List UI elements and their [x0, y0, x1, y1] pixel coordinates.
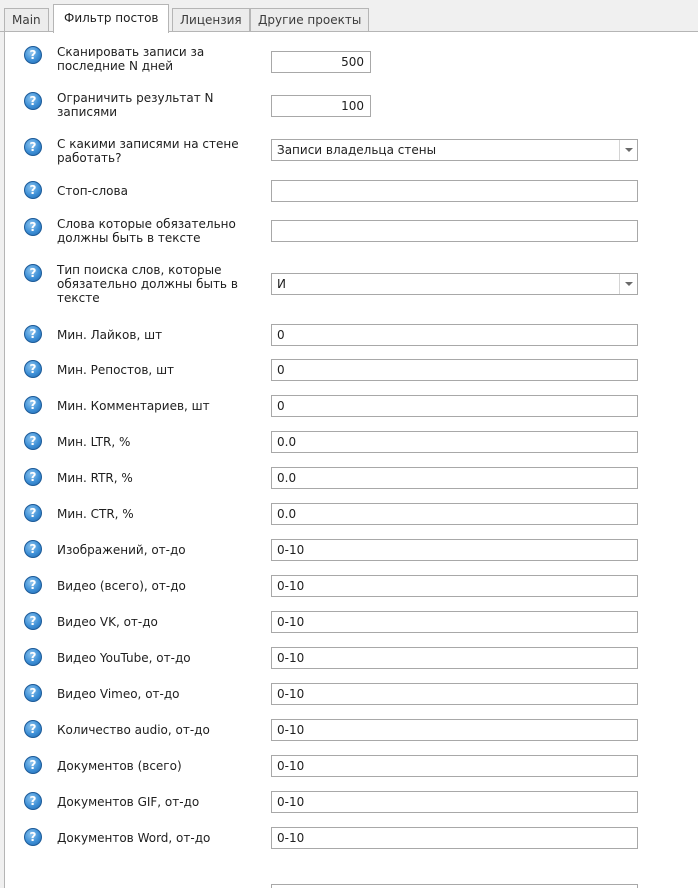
- label-video-youtube: Видео YouTube, от-до: [57, 651, 191, 665]
- help-icon[interactable]: ?: [24, 396, 42, 414]
- label-video-total: Видео (всего), от-до: [57, 579, 186, 593]
- min-reposts-input[interactable]: 0: [271, 359, 638, 381]
- tab-main[interactable]: Main: [4, 8, 49, 32]
- label-wall-posts: С какими записями на стене работать?: [57, 137, 239, 165]
- row-audio-count: ? Количество audio, от-до 0-10: [5, 717, 698, 753]
- images-input[interactable]: 0-10: [271, 539, 638, 561]
- scan-days-input[interactable]: 500: [271, 51, 371, 73]
- help-icon[interactable]: ?: [24, 504, 42, 522]
- label-documents-total: Документов (всего): [57, 759, 182, 773]
- label-min-comments: Мин. Комментариев, шт: [57, 399, 210, 413]
- label-documents-gif: Документов GIF, от-до: [57, 795, 200, 809]
- help-icon[interactable]: ?: [24, 264, 42, 282]
- help-icon[interactable]: ?: [24, 325, 42, 343]
- wall-posts-selected-value: Записи владельца стены: [277, 143, 437, 157]
- help-icon[interactable]: ?: [24, 720, 42, 738]
- next-field-input-partial[interactable]: [271, 884, 638, 888]
- row-min-comments: ? Мин. Комментариев, шт 0: [5, 393, 698, 429]
- row-min-rtr: ? Мин. RTR, % 0.0: [5, 465, 698, 501]
- tab-bar: Main Фильтр постов Лицензия Другие проек…: [0, 0, 698, 33]
- row-min-ltr: ? Мин. LTR, % 0.0: [5, 429, 698, 465]
- row-min-ctr: ? Мин. CTR, % 0.0: [5, 501, 698, 537]
- documents-gif-input[interactable]: 0-10: [271, 791, 638, 813]
- search-type-select[interactable]: И: [271, 273, 638, 295]
- search-type-selected-value: И: [277, 277, 286, 291]
- wall-posts-select[interactable]: Записи владельца стены: [271, 139, 638, 161]
- label-documents-word: Документов Word, от-до: [57, 831, 211, 845]
- help-icon[interactable]: ?: [24, 468, 42, 486]
- label-limit-results: Ограничить результат N записями: [57, 91, 214, 119]
- row-video-vimeo: ? Видео Vimeo, от-до 0-10: [5, 681, 698, 717]
- label-min-ltr: Мин. LTR, %: [57, 435, 131, 449]
- label-min-reposts: Мин. Репостов, шт: [57, 363, 175, 377]
- row-video-total: ? Видео (всего), от-до 0-10: [5, 573, 698, 609]
- row-documents-word: ? Документов Word, от-до 0-10: [5, 825, 698, 861]
- row-video-vk: ? Видео VK, от-до 0-10: [5, 609, 698, 645]
- help-icon[interactable]: ?: [24, 612, 42, 630]
- label-scan-days: Сканировать записи за последние N дней: [57, 45, 205, 73]
- label-min-rtr: Мин. RTR, %: [57, 471, 133, 485]
- min-likes-input[interactable]: 0: [271, 324, 638, 346]
- help-icon[interactable]: ?: [24, 540, 42, 558]
- limit-results-input[interactable]: 100: [271, 95, 371, 117]
- label-stop-words: Стоп-слова: [57, 184, 128, 198]
- label-search-type: Тип поиска слов, которые обязательно дол…: [57, 263, 238, 305]
- row-video-youtube: ? Видео YouTube, от-до 0-10: [5, 645, 698, 681]
- label-images: Изображений, от-до: [57, 543, 186, 557]
- help-icon[interactable]: ?: [24, 46, 42, 64]
- row-images: ? Изображений, от-до 0-10: [5, 537, 698, 573]
- row-next-partial: [5, 861, 698, 888]
- row-documents-total: ? Документов (всего) 0-10: [5, 753, 698, 789]
- tab-post-filter[interactable]: Фильтр постов: [53, 4, 170, 33]
- help-icon[interactable]: ?: [24, 218, 42, 236]
- row-required-words: ? Слова которые обязательно должны быть …: [5, 214, 698, 250]
- help-icon[interactable]: ?: [24, 432, 42, 450]
- label-required-words: Слова которые обязательно должны быть в …: [57, 217, 236, 245]
- help-icon[interactable]: ?: [24, 828, 42, 846]
- video-vimeo-input[interactable]: 0-10: [271, 683, 638, 705]
- video-youtube-input[interactable]: 0-10: [271, 647, 638, 669]
- min-comments-input[interactable]: 0: [271, 395, 638, 417]
- help-icon[interactable]: ?: [24, 648, 42, 666]
- row-limit-results: ? Ограничить результат N записями 100: [5, 88, 698, 124]
- audio-count-input[interactable]: 0-10: [271, 719, 638, 741]
- label-video-vimeo: Видео Vimeo, от-до: [57, 687, 180, 701]
- min-ctr-input[interactable]: 0.0: [271, 503, 638, 525]
- chevron-down-icon[interactable]: [619, 140, 637, 160]
- video-total-input[interactable]: 0-10: [271, 575, 638, 597]
- tab-license[interactable]: Лицензия: [172, 8, 250, 32]
- label-video-vk: Видео VK, от-до: [57, 615, 158, 629]
- row-min-likes: ? Мин. Лайков, шт 0: [5, 322, 698, 358]
- min-rtr-input[interactable]: 0.0: [271, 467, 638, 489]
- tab-other-projects[interactable]: Другие проекты: [250, 8, 370, 32]
- stop-words-input[interactable]: [271, 180, 638, 202]
- label-audio-count: Количество audio, от-до: [57, 723, 210, 737]
- help-icon[interactable]: ?: [24, 92, 42, 110]
- documents-word-input[interactable]: 0-10: [271, 827, 638, 849]
- post-filter-panel: ? Сканировать записи за последние N дней…: [4, 32, 698, 888]
- label-min-ctr: Мин. CTR, %: [57, 507, 134, 521]
- help-icon[interactable]: ?: [24, 181, 42, 199]
- help-icon[interactable]: ?: [24, 684, 42, 702]
- help-icon[interactable]: ?: [24, 138, 42, 156]
- row-wall-posts: ? С какими записями на стене работать? З…: [5, 134, 698, 170]
- video-vk-input[interactable]: 0-10: [271, 611, 638, 633]
- help-icon[interactable]: ?: [24, 792, 42, 810]
- min-ltr-input[interactable]: 0.0: [271, 431, 638, 453]
- row-search-type: ? Тип поиска слов, которые обязательно д…: [5, 262, 698, 312]
- label-min-likes: Мин. Лайков, шт: [57, 328, 163, 342]
- row-stop-words: ? Стоп-слова: [5, 174, 698, 210]
- help-icon[interactable]: ?: [24, 360, 42, 378]
- row-min-reposts: ? Мин. Репостов, шт 0: [5, 357, 698, 393]
- help-icon[interactable]: ?: [24, 756, 42, 774]
- row-documents-gif: ? Документов GIF, от-до 0-10: [5, 789, 698, 825]
- row-scan-days: ? Сканировать записи за последние N дней…: [5, 42, 698, 78]
- help-icon[interactable]: ?: [24, 576, 42, 594]
- required-words-input[interactable]: [271, 220, 638, 242]
- chevron-down-icon[interactable]: [619, 274, 637, 294]
- documents-total-input[interactable]: 0-10: [271, 755, 638, 777]
